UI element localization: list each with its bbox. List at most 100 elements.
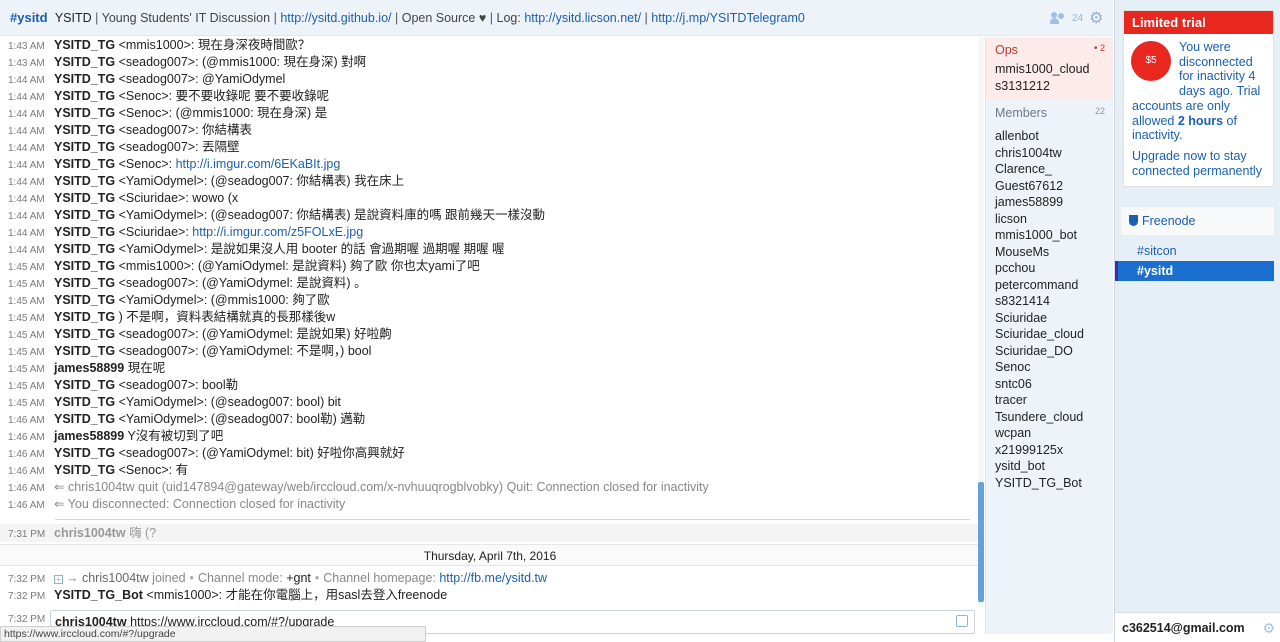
message-text: <seadog007>: (@YamiOdymel: 是說如果) 好啦齁 [118, 327, 392, 341]
users-icon[interactable] [1050, 12, 1066, 24]
message-nick[interactable]: YSITD_TG [54, 38, 115, 52]
channel-item[interactable]: #ysitd [1115, 261, 1274, 282]
message-text: <mmis1000>: (@YamiOdymel: 是說資料) 夠了歐 你也太y… [118, 259, 480, 273]
member-item[interactable]: Tsundere_cloud [995, 409, 1105, 426]
message-row-faded: 7:31 PM chris1004tw 嗨 (? [0, 524, 980, 542]
message-row: 1:44 AM YSITD_TG <Senoc>: http://i.imgur.… [0, 156, 980, 173]
message-nick[interactable]: YSITD_TG [54, 412, 115, 426]
member-item[interactable]: Sciuridae [995, 310, 1105, 327]
member-item[interactable]: pcchou [995, 260, 1105, 277]
member-item[interactable]: petercommand [995, 277, 1105, 294]
op-member[interactable]: mmis1000_cloud [995, 61, 1105, 78]
member-item[interactable]: wcpan [995, 425, 1105, 442]
github-link[interactable]: http://ysitd.github.io/ [280, 11, 391, 25]
network-freenode[interactable]: Freenode [1121, 207, 1274, 236]
message-nick[interactable]: chris1004tw [54, 526, 126, 540]
timestamp: 7:32 PM [8, 591, 46, 602]
member-item[interactable]: x21999125x [995, 442, 1105, 459]
message-nick[interactable]: YSITD_TG [54, 106, 115, 120]
message-nick[interactable]: YSITD_TG [54, 89, 115, 103]
message-nick[interactable]: YSITD_TG [54, 259, 115, 273]
gear-icon[interactable]: ⚙ [1089, 8, 1103, 28]
member-item[interactable]: Senoc [995, 359, 1105, 376]
message-nick[interactable]: YSITD_TG [54, 378, 115, 392]
message-nick[interactable]: YSITD_TG [54, 225, 115, 239]
member-item[interactable]: Sciuridae_DO [995, 343, 1105, 360]
upload-icon[interactable] [956, 615, 968, 627]
member-item[interactable]: ysitd_bot [995, 458, 1105, 475]
member-item[interactable]: james58899 [995, 194, 1105, 211]
message-nick[interactable]: YSITD_TG [54, 242, 115, 256]
log-scrollbar[interactable] [978, 37, 984, 607]
message-nick[interactable]: YSITD_TG [54, 55, 115, 69]
timestamp: 1:45 AM [8, 347, 45, 358]
message-nick[interactable]: YSITD_TG [54, 157, 115, 171]
message-nick[interactable]: YSITD_TG [54, 276, 115, 290]
message-text: <mmis1000>: 才能在你電腦上，用sasl去登入freenode [146, 588, 448, 602]
message-text: <YamiOdymel>: (@seadog007: 你結構表) 我在床上 [118, 174, 405, 188]
message-nick[interactable]: YSITD_TG [54, 123, 115, 137]
upgrade-link[interactable]: Upgrade now to stay connected permanentl… [1132, 149, 1267, 178]
account-footer[interactable]: c362514@gmail.com ⚙ [1115, 612, 1280, 642]
op-member[interactable]: s3131212 [995, 78, 1105, 95]
message-nick[interactable]: YSITD_TG [54, 208, 115, 222]
message-nick[interactable]: YSITD_TG [54, 446, 115, 460]
message-nick[interactable]: YSITD_TG [54, 174, 115, 188]
member-item[interactable]: tracer [995, 392, 1105, 409]
message-text: <YamiOdymel>: 是說如果沒人用 booter 的話 會過期喔 過期喔… [118, 242, 505, 256]
ops-count: 2 [1099, 43, 1105, 53]
member-item[interactable]: MouseMs [995, 244, 1105, 261]
message-row: 1:45 AM YSITD_TG <seadog007>: (@YamiOdyme… [0, 343, 980, 360]
timestamp: 1:45 AM [8, 313, 45, 324]
scroll-thumb[interactable] [978, 482, 984, 602]
expand-icon[interactable]: + [54, 575, 63, 584]
member-list: Ops • 2 mmis1000_cloud s3131212 Members 2… [985, 37, 1113, 634]
quit-arrow-icon: ⇐ [54, 497, 68, 511]
member-item[interactable]: sntc06 [995, 376, 1105, 393]
log-link[interactable]: http://ysitd.licson.net/ [524, 11, 641, 25]
member-item[interactable]: Guest67612 [995, 178, 1105, 195]
timestamp: 1:45 AM [8, 279, 45, 290]
message-nick[interactable]: james58899 [54, 361, 124, 375]
member-item[interactable]: chris1004tw [995, 145, 1105, 162]
message-nick[interactable]: YSITD_TG [54, 140, 115, 154]
members-title: Members [995, 106, 1048, 120]
message-nick[interactable]: YSITD_TG [54, 310, 115, 324]
join-nick[interactable]: chris1004tw [82, 571, 149, 585]
members-section: Members 22 allenbot chris1004tw Clarence_ G… [986, 100, 1113, 491]
header-icons: 24 ⚙ [1050, 0, 1110, 36]
member-item[interactable]: allenbot [995, 128, 1105, 145]
member-item[interactable]: Sciuridae_cloud [995, 326, 1105, 343]
price-badge[interactable]: $5 [1131, 41, 1171, 81]
member-item[interactable]: YSITD_TG_Bot [995, 475, 1105, 492]
telegram-link[interactable]: http://j.mp/YSITDTelegram0 [651, 11, 805, 25]
message-nick[interactable]: YSITD_TG [54, 395, 115, 409]
message-link[interactable]: http://i.imgur.com/6EKaBIt.jpg [176, 157, 341, 171]
system-row: 1:46 AM ⇐ You disconnected: Connection cl… [0, 496, 980, 513]
message-link[interactable]: http://i.imgur.com/z5FOLxE.jpg [192, 225, 363, 239]
message-nick[interactable]: YSITD_TG [54, 463, 115, 477]
message-text: <Senoc>: [118, 157, 176, 171]
timestamp: 1:44 AM [8, 177, 45, 188]
message-nick[interactable]: YSITD_TG [54, 191, 115, 205]
homepage-link[interactable]: http://fb.me/ysitd.tw [439, 571, 547, 585]
timestamp: 1:45 AM [8, 296, 45, 307]
message-nick[interactable]: james58899 [54, 429, 124, 443]
message-nick[interactable]: YSITD_TG [54, 344, 115, 358]
member-item[interactable]: s8321414 [995, 293, 1105, 310]
channel-item[interactable]: #sitcon [1115, 241, 1274, 261]
account-gear-icon[interactable]: ⚙ [1262, 613, 1275, 642]
timestamp: 7:32 PM [8, 574, 46, 585]
message-nick[interactable]: YSITD_TG_Bot [54, 588, 143, 602]
member-item[interactable]: mmis1000_bot [995, 227, 1105, 244]
message-nick[interactable]: YSITD_TG [54, 293, 115, 307]
member-item[interactable]: Clarence_ [995, 161, 1105, 178]
message-row: 1:45 AM YSITD_TG <YamiOdymel>: (@mmis1000… [0, 292, 980, 309]
member-item[interactable]: licson [995, 211, 1105, 228]
message-nick[interactable]: YSITD_TG [54, 72, 115, 86]
join-row: 7:32 PM + → chris1004tw joined • Channel mod… [0, 570, 980, 587]
message-nick[interactable]: YSITD_TG [54, 327, 115, 341]
channel-name[interactable]: #ysitd [10, 10, 48, 25]
message-text: <mmis1000>: 現在身深夜時間歐？ [118, 38, 311, 52]
message-row: 1:44 AM YSITD_TG <Sciuridae>: wowo (x [0, 190, 980, 207]
